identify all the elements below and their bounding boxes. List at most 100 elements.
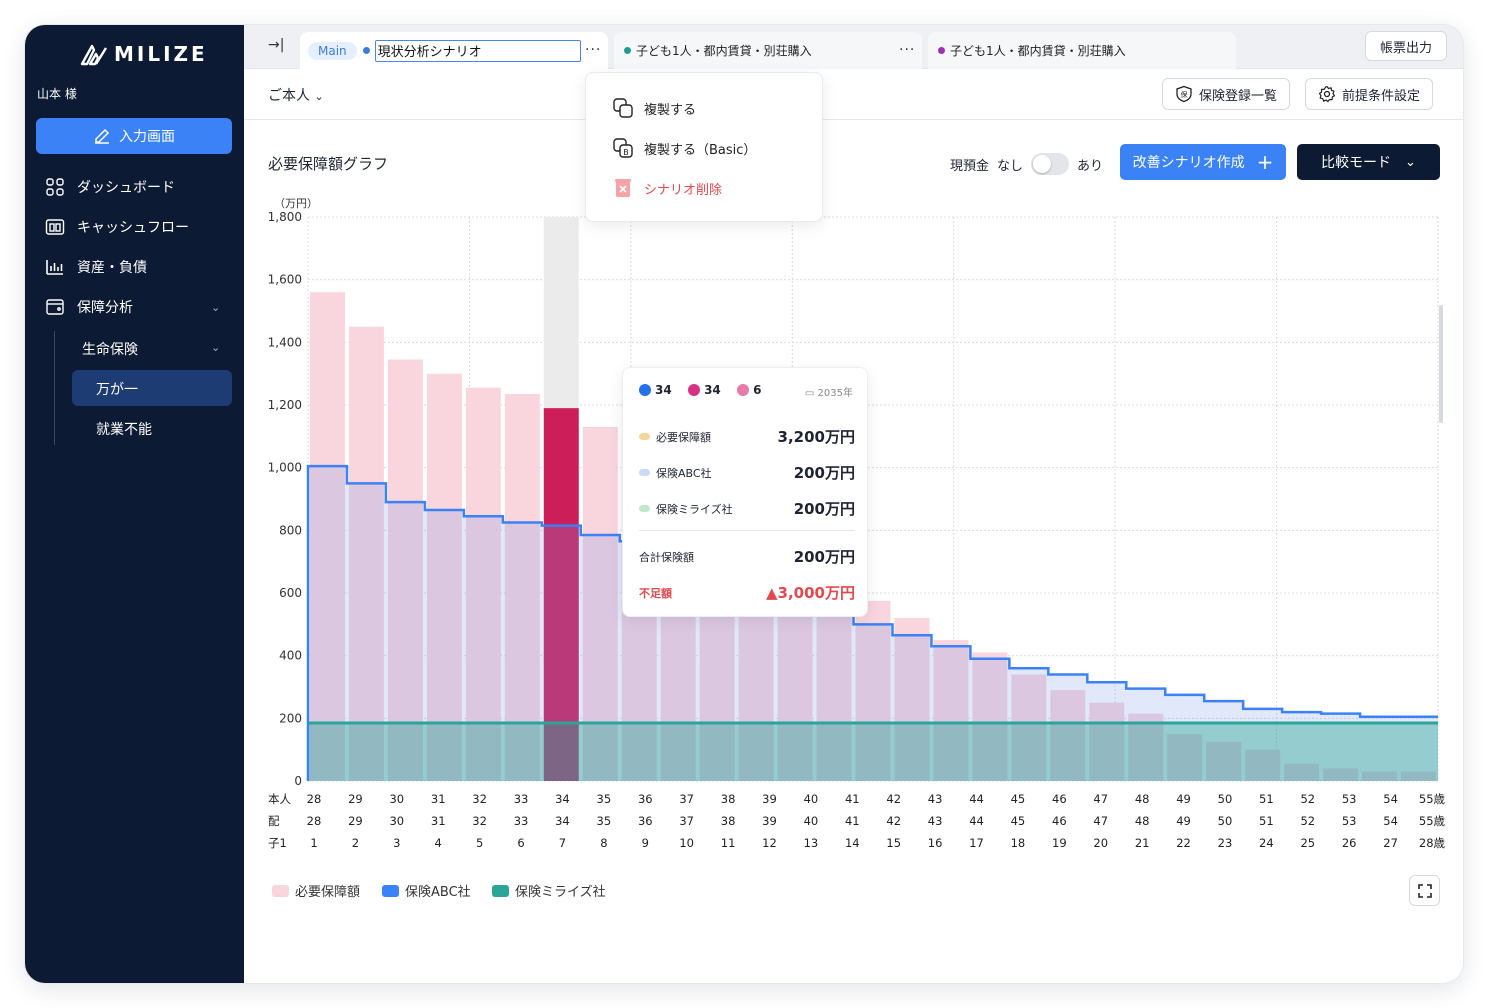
age-child: 6 [753, 383, 762, 397]
chevron-down-icon[interactable]: ⌄ [211, 301, 220, 314]
tooltip-row-required: 必要保障額 3,200万円 [639, 426, 855, 447]
x-tick-label: 38 [721, 792, 736, 806]
x-tick-label: 40 [804, 792, 819, 806]
delete-scenario-menu-item[interactable]: シナリオ削除 [612, 177, 722, 199]
spouse-face-icon [688, 384, 701, 396]
x-tick-label: 52 [1300, 792, 1315, 806]
trash-icon [615, 179, 631, 197]
sidebar-item-disability[interactable]: 就業不能 [96, 419, 152, 439]
y-tick-label: 1,000 [268, 461, 302, 475]
duplicate-basic-menu-item[interactable]: B 複製する（Basic） [612, 137, 756, 159]
sidebar-item-life-insurance[interactable]: 生命保険 [82, 339, 138, 359]
x-tick-label: 41 [845, 814, 860, 828]
duplicate-menu-item[interactable]: 複製する [612, 97, 696, 119]
y-tick-label: 400 [279, 649, 302, 663]
x-tick-label: 27 [1383, 836, 1398, 850]
row-label: 合計保険額 [639, 550, 694, 564]
chart-tooltip: 34 34 6 ▭ 2035年 必要保障額 3,200万円 保険ABC社 200万円… [622, 367, 868, 617]
x-tick-label: 45 [1011, 792, 1026, 806]
year-value: 2035年 [817, 388, 853, 399]
legend-mirai: 保険ミライズ社 [492, 881, 606, 900]
row-label: 本人 [268, 792, 291, 806]
x-tick-label: 50 [1218, 792, 1233, 806]
x-tick-label: 8 [600, 836, 607, 850]
x-tick-label: 11 [721, 836, 736, 850]
input-screen-button[interactable]: 入力画面 [36, 118, 232, 154]
x-tick-label: 26 [1342, 836, 1357, 850]
y-tick-label: 1,600 [268, 273, 302, 287]
x-tick-label: 21 [1135, 836, 1150, 850]
x-tick-label: 42 [886, 792, 901, 806]
expand-icon[interactable] [1409, 875, 1440, 906]
legend-label: 保険ABC社 [405, 885, 471, 900]
row-label: 保険ミライズ社 [656, 502, 733, 516]
sidebar-item-death[interactable]: 万が一 [96, 379, 138, 399]
x-tick-label: 30 [389, 814, 404, 828]
area-mirai [308, 723, 1438, 781]
x-tick-label: 54 [1383, 792, 1398, 806]
tooltip-year: ▭ 2035年 [805, 384, 853, 399]
pencil-icon [95, 128, 110, 144]
x-tick-label: 28歳 [1419, 836, 1446, 850]
x-tick-label: 13 [804, 836, 819, 850]
chevron-down-icon[interactable]: ⌄ [211, 341, 220, 354]
x-tick-label: 20 [1093, 836, 1108, 850]
x-tick-label: 28 [307, 814, 322, 828]
brand-logo: MILIZE [80, 42, 208, 66]
grid-icon [46, 178, 64, 196]
x-tick-label: 32 [472, 814, 487, 828]
input-screen-label: 入力画面 [119, 129, 175, 145]
legend-swatch [492, 884, 509, 897]
x-tick-label: 2 [352, 836, 359, 850]
calendar-icon: ▭ [804, 388, 818, 399]
copy-icon [613, 98, 633, 118]
x-tick-label: 44 [969, 814, 984, 828]
x-tick-label: 18 [1011, 836, 1026, 850]
cashflow-icon [45, 219, 65, 235]
x-tick-label: 36 [638, 814, 653, 828]
row-value: 200万円 [793, 548, 855, 566]
tooltip-row-abc: 保険ABC社 200万円 [639, 462, 855, 483]
user-name: 山本 様 [37, 87, 77, 101]
x-tick-label: 49 [1176, 792, 1191, 806]
x-tick-label: 17 [969, 836, 984, 850]
delete-label: シナリオ削除 [644, 182, 723, 198]
x-tick-label: 9 [642, 836, 649, 850]
sidebar-item-cashflow[interactable]: キャッシュフロー [45, 217, 189, 237]
x-tick-label: 45 [1011, 814, 1026, 828]
x-tick-label: 37 [679, 792, 694, 806]
row-label: 必要保障額 [656, 430, 711, 444]
y-tick-label: 1,200 [268, 398, 302, 412]
x-tick-label: 23 [1218, 836, 1233, 850]
y-tick-label: 600 [279, 586, 302, 600]
x-tick-label: 42 [886, 814, 901, 828]
x-tick-label: 49 [1176, 814, 1191, 828]
age-spouse: 34 [704, 383, 721, 397]
y-tick-label: 1,800 [268, 210, 302, 224]
x-tick-label: 6 [517, 836, 524, 850]
child-face-icon [737, 384, 750, 396]
scrollbar-thumb[interactable] [1439, 305, 1443, 423]
nav-tree-line [54, 331, 55, 445]
sidebar-item-dashboard[interactable]: ダッシュボード [45, 177, 175, 197]
sidebar-item-assets[interactable]: 資産・負債 [45, 257, 147, 277]
row-value: 3,200万円 [777, 428, 855, 446]
x-tick-label: 50 [1218, 814, 1233, 828]
x-tick-label: 25 [1300, 836, 1315, 850]
x-tick-label: 48 [1135, 814, 1150, 828]
y-unit-label: （万円） [274, 197, 318, 210]
x-tick-label: 47 [1093, 814, 1108, 828]
tooltip-ages: 34 34 6 [639, 383, 761, 397]
y-tick-label: 800 [279, 523, 302, 537]
x-tick-label: 7 [559, 836, 566, 850]
x-tick-label: 39 [762, 814, 777, 828]
milize-logo-icon [80, 44, 108, 66]
svg-text:B: B [623, 148, 629, 157]
person-face-icon [639, 384, 651, 396]
legend-label: 必要保障額 [295, 885, 361, 900]
x-tick-label: 54 [1383, 814, 1398, 828]
sidebar-item-coverage[interactable]: 保障分析 [45, 297, 133, 317]
x-tick-label: 47 [1093, 792, 1108, 806]
x-tick-label: 28 [307, 792, 322, 806]
x-tick-label: 51 [1259, 814, 1274, 828]
